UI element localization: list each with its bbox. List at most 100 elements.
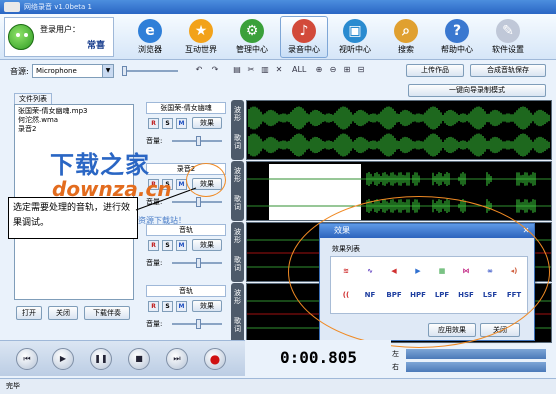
track-s-button[interactable]: S: [162, 240, 173, 251]
skip-start-icon[interactable]: ⏮: [16, 348, 38, 370]
waveform-track[interactable]: [246, 100, 552, 160]
save-mix-button[interactable]: 合成音轨保存: [470, 64, 546, 77]
track-s-button[interactable]: S: [162, 301, 173, 312]
source-select[interactable]: Microphone ▼: [32, 64, 114, 78]
zoom-out-icon[interactable]: ⊖: [328, 65, 338, 75]
user-name: 常喜: [87, 41, 106, 51]
nav-label: 互动世界: [185, 45, 217, 54]
delete-icon[interactable]: ✕: [274, 65, 284, 75]
track-s-button[interactable]: S: [162, 118, 173, 129]
record-toolbar: 音源: Microphone ▼ ↶ ↷ ▤ ✂ ▥ ✕ ALL ⊕ ⊖ ⊞ ⊟…: [0, 61, 556, 81]
nav-button-browser[interactable]: e 浏览器: [126, 16, 174, 58]
browser-icon: e: [138, 19, 162, 43]
tab-lyrics[interactable]: 歌词: [233, 256, 242, 272]
track-view-tabs[interactable]: 波形 歌词: [231, 222, 244, 282]
list-item[interactable]: 何沱然.wma: [18, 116, 130, 125]
open-button[interactable]: 打开: [16, 306, 42, 320]
track-m-button[interactable]: M: [176, 240, 187, 251]
nav-button-gear[interactable]: ⚙ 管理中心: [228, 16, 276, 58]
nav-label: 视听中心: [339, 45, 371, 54]
chevron-down-icon[interactable]: ▼: [102, 65, 113, 77]
stop-icon[interactable]: ■: [128, 348, 150, 370]
track-view-tabs[interactable]: 波形 歌词: [231, 161, 244, 221]
list-item[interactable]: 录音2: [18, 125, 130, 134]
zoom-reset-icon[interactable]: ⊟: [356, 65, 366, 75]
input-volume-slider[interactable]: [122, 66, 178, 76]
gear-icon: ⚙: [240, 19, 264, 43]
track-r-button[interactable]: R: [148, 301, 159, 312]
nav-button-search[interactable]: ⌕ 搜索: [382, 16, 430, 58]
track-view-tabs[interactable]: 波形 歌词: [231, 283, 244, 343]
list-item[interactable]: 张国荣-倩女幽魂.mp3: [18, 107, 130, 116]
download-accompaniment-button[interactable]: 下载伴奏: [84, 306, 130, 320]
zoom-fit-icon[interactable]: ⊞: [342, 65, 352, 75]
track-controls: 音轨 R S M 效果 音量:: [144, 222, 228, 282]
nav-button-help[interactable]: ? 帮助中心: [433, 16, 481, 58]
guide-mode-button[interactable]: 一键向导录制模式: [408, 84, 546, 97]
microphone-icon: ♪: [292, 19, 316, 43]
undo-icon[interactable]: ↶: [194, 65, 204, 75]
track-effect-button[interactable]: 效果: [192, 117, 222, 129]
select-all-icon[interactable]: ALL: [292, 65, 306, 75]
track-m-button[interactable]: M: [176, 118, 187, 129]
zoom-in-icon[interactable]: ⊕: [314, 65, 324, 75]
track-m-button[interactable]: M: [176, 301, 187, 312]
monitor-icon: ▣: [343, 19, 367, 43]
redo-icon[interactable]: ↷: [210, 65, 220, 75]
tab-file-list[interactable]: 文件列表: [14, 93, 52, 104]
star-icon: ★: [189, 19, 213, 43]
close-file-button[interactable]: 关闭: [48, 306, 78, 320]
source-label: 音源:: [10, 67, 29, 76]
search-icon: ⌕: [394, 19, 418, 43]
nav-label: 管理中心: [236, 45, 268, 54]
title-bar: 网络录音 v1.0beta 1: [0, 0, 556, 14]
track-name[interactable]: 张国荣-倩女幽魂: [146, 102, 226, 114]
left-level-bar: [406, 349, 546, 359]
nav-button-star[interactable]: ★ 互动世界: [177, 16, 225, 58]
nav-button-settings[interactable]: ✎ 软件设置: [484, 16, 532, 58]
nav-label: 搜索: [398, 45, 414, 54]
track-r-button[interactable]: R: [148, 118, 159, 129]
track-effect-button[interactable]: 效果: [192, 300, 222, 312]
slider-knob[interactable]: [196, 258, 201, 268]
upload-button[interactable]: 上传作品: [406, 64, 464, 77]
highlight-ellipse: [186, 163, 226, 197]
status-bar: 完毕: [0, 378, 556, 394]
tab-lyrics[interactable]: 歌词: [233, 317, 242, 333]
tab-waveform[interactable]: 波形: [233, 106, 242, 122]
play-icon[interactable]: ▶: [52, 348, 74, 370]
copy-icon[interactable]: ▤: [232, 65, 242, 75]
highlight-ellipse: [288, 196, 550, 348]
tip-callout: 选定需要处理的音轨，进行效果调试。: [8, 197, 138, 239]
transport-bar: ⏮ ▶ ❚❚ ■ ⏭ ●: [0, 340, 245, 376]
skip-end-icon[interactable]: ⏭: [166, 348, 188, 370]
tab-waveform[interactable]: 波形: [233, 289, 242, 305]
track-controls: 音轨 R S M 效果 音量:: [144, 283, 228, 343]
source-value: Microphone: [36, 67, 77, 75]
paste-icon[interactable]: ▥: [260, 65, 270, 75]
track-volume-slider[interactable]: [172, 258, 222, 268]
nav-button-monitor[interactable]: ▣ 视听中心: [331, 16, 379, 58]
left-label: 左: [392, 350, 399, 358]
track-r-button[interactable]: R: [148, 240, 159, 251]
pause-icon[interactable]: ❚❚: [90, 348, 112, 370]
watermark-text: 下载之家: [50, 151, 150, 179]
record-icon[interactable]: ●: [204, 348, 226, 370]
waveform-graphic: [248, 106, 550, 157]
tab-lyrics[interactable]: 歌词: [233, 134, 242, 150]
app-icon: [4, 2, 20, 12]
tab-lyrics[interactable]: 歌词: [233, 195, 242, 211]
cut-icon[interactable]: ✂: [246, 65, 256, 75]
track-volume-slider[interactable]: [172, 136, 222, 146]
track-view-tabs[interactable]: 波形 歌词: [231, 100, 244, 160]
slider-knob[interactable]: [122, 66, 127, 76]
track-volume-slider[interactable]: [172, 319, 222, 329]
window-title: 网络录音 v1.0beta 1: [24, 3, 92, 11]
track-effect-button[interactable]: 效果: [192, 239, 222, 251]
nav-button-microphone[interactable]: ♪ 录音中心: [280, 16, 328, 58]
track-name[interactable]: 音轨: [146, 285, 226, 297]
app-window: 网络录音 v1.0beta 1 登录用户： 常喜 e 浏览器 ★ 互动世界 ⚙ 管理中心 ♪…: [0, 0, 556, 394]
tab-waveform[interactable]: 波形: [233, 167, 242, 183]
tab-waveform[interactable]: 波形: [233, 228, 242, 244]
slider-knob[interactable]: [196, 319, 201, 329]
